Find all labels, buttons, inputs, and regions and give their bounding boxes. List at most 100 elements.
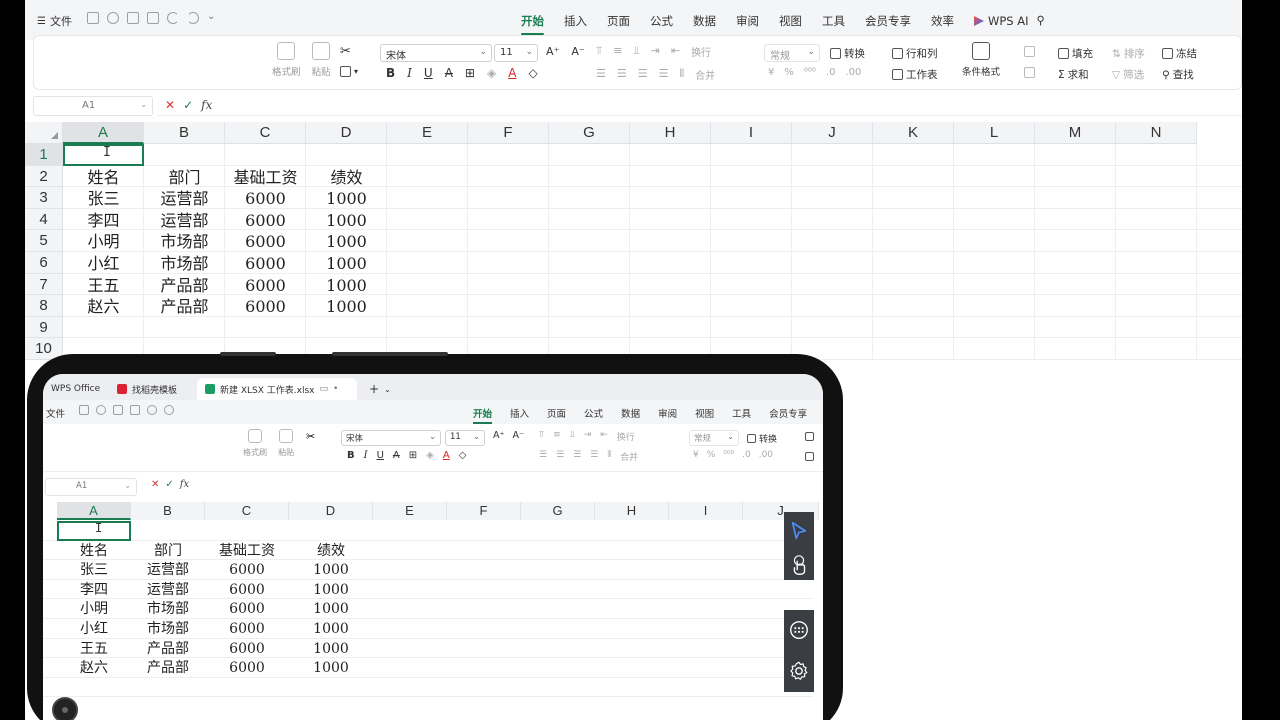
data-cell[interactable]: 小明 xyxy=(63,231,144,253)
currency-icon[interactable]: ¥ xyxy=(693,450,699,460)
tab-data[interactable]: 数据 xyxy=(693,13,716,29)
column-header-E[interactable]: E xyxy=(387,122,468,144)
phone-data-cell[interactable]: 1000 xyxy=(289,581,373,601)
column-header-A[interactable]: A xyxy=(63,122,144,144)
phone-data-cell[interactable]: 1000 xyxy=(289,659,373,679)
tab-member[interactable]: 会员专享 xyxy=(865,13,911,29)
phone-data-cell[interactable]: 张三 xyxy=(57,561,131,581)
row-header-8[interactable]: 8 xyxy=(25,295,63,317)
phone-data-cell[interactable]: 1000 xyxy=(289,640,373,660)
font-color-icon[interactable]: A xyxy=(508,66,516,80)
column-header-B[interactable]: B xyxy=(144,122,225,144)
phone-active-cell[interactable] xyxy=(57,521,131,541)
format-painter-button[interactable]: 格式刷 xyxy=(272,42,301,78)
phone-data-cell[interactable]: 运营部 xyxy=(131,561,205,581)
header-cell[interactable]: 基础工资 xyxy=(225,167,306,189)
function-icon[interactable]: fx xyxy=(201,98,212,112)
cancel-icon[interactable]: ✕ xyxy=(151,479,159,490)
touch-mode-button[interactable] xyxy=(784,550,814,580)
data-cell[interactable]: 1000 xyxy=(306,296,387,318)
convert-button[interactable]: 转换 xyxy=(830,46,865,61)
phone-wrap-label[interactable]: 换行 xyxy=(617,430,635,443)
border-icon[interactable]: ⊞ xyxy=(409,450,417,461)
phone-data-cell[interactable]: 赵六 xyxy=(57,659,131,679)
align-left-icon[interactable]: ☰ xyxy=(539,450,547,463)
phone-name-box[interactable]: A1 ⌄ xyxy=(45,478,137,496)
increase-font-icon[interactable]: A⁺ xyxy=(546,45,559,58)
font-size-select[interactable]: 11 ⌄ xyxy=(494,44,538,62)
data-cell[interactable]: 6000 xyxy=(225,253,306,275)
merge-button[interactable]: 合并 xyxy=(695,67,715,82)
phone-rows-cols-button[interactable] xyxy=(805,432,814,441)
column-header-D[interactable]: D xyxy=(306,122,387,144)
column-header-H[interactable]: H xyxy=(630,122,711,144)
tab-insert[interactable]: 插入 xyxy=(564,13,587,29)
save-icon[interactable] xyxy=(79,405,89,415)
undo-icon[interactable] xyxy=(147,405,157,415)
rows-cols-button[interactable]: 行和列 xyxy=(892,46,938,61)
data-cell[interactable]: 产品部 xyxy=(144,296,225,318)
phone-data-cell[interactable]: 李四 xyxy=(57,581,131,601)
phone-column-header-H[interactable]: H xyxy=(595,502,669,520)
decrease-decimal-icon[interactable]: .00 xyxy=(759,450,773,460)
align-right-icon[interactable]: ☰ xyxy=(638,67,648,82)
phone-column-header-A[interactable]: A xyxy=(57,502,131,520)
column-header-I[interactable]: I xyxy=(711,122,792,144)
phone-column-header-I[interactable]: I xyxy=(669,502,743,520)
justify-icon[interactable]: ☰ xyxy=(590,450,598,463)
increase-decimal-icon[interactable]: .0 xyxy=(826,67,836,78)
border-icon[interactable]: ⊞ xyxy=(465,66,475,80)
phone-format-painter[interactable]: 格式刷 xyxy=(243,429,267,458)
underline-icon[interactable]: U xyxy=(424,66,433,80)
style-button[interactable] xyxy=(1024,46,1035,57)
align-top-icon[interactable]: ⫪ xyxy=(596,44,602,59)
column-header-M[interactable]: M xyxy=(1035,122,1116,144)
phone-size-select[interactable]: 11 ⌄ xyxy=(445,430,485,446)
file-menu[interactable]: ☰ 文件 xyxy=(37,13,72,29)
new-tab-button[interactable]: + ⌄ xyxy=(361,378,399,400)
search-icon[interactable]: ⚲ xyxy=(1037,13,1045,29)
chevron-down-icon[interactable]: ⌄ xyxy=(207,12,219,24)
phone-paste[interactable]: 粘贴 xyxy=(278,429,294,458)
tab-formula[interactable]: 公式 xyxy=(650,13,673,29)
data-cell[interactable]: 市场部 xyxy=(144,253,225,275)
print-icon[interactable] xyxy=(127,12,139,24)
confirm-icon[interactable]: ✓ xyxy=(165,479,173,490)
window-icon[interactable]: ▭ xyxy=(319,384,328,394)
save-icon[interactable] xyxy=(87,12,99,24)
cancel-icon[interactable]: ✕ xyxy=(165,98,175,112)
row-header-6[interactable]: 6 xyxy=(25,252,63,274)
tab-start[interactable]: 开始 xyxy=(521,13,544,35)
phone-column-header-C[interactable]: C xyxy=(205,502,289,520)
clear-icon[interactable]: ◇ xyxy=(459,450,467,461)
data-cell[interactable]: 6000 xyxy=(225,275,306,297)
distribute-icon[interactable]: ⫴ xyxy=(607,450,611,463)
phone-data-cell[interactable]: 市场部 xyxy=(131,600,205,620)
wps-ai-button[interactable]: WPS AI xyxy=(974,13,1029,29)
thousands-icon[interactable]: ⁰⁰⁰ xyxy=(723,450,734,460)
align-bottom-icon[interactable]: ⫫ xyxy=(633,44,639,59)
phone-tab-tools[interactable]: 工具 xyxy=(732,406,751,424)
header-cell[interactable]: 绩效 xyxy=(306,167,387,189)
worksheet-button[interactable]: 工作表 xyxy=(892,67,938,82)
phone-header-cell[interactable]: 部门 xyxy=(131,542,205,562)
strikethrough-icon[interactable]: A xyxy=(393,450,400,461)
data-cell[interactable]: 6000 xyxy=(225,188,306,210)
phone-data-cell[interactable]: 1000 xyxy=(289,620,373,640)
phone-convert-button[interactable]: 转换 xyxy=(747,432,777,445)
undo-icon[interactable] xyxy=(167,12,179,24)
align-left-icon[interactable]: ☰ xyxy=(596,67,606,82)
data-cell[interactable]: 小红 xyxy=(63,253,144,275)
phone-data-cell[interactable]: 运营部 xyxy=(131,581,205,601)
phone-number-format-select[interactable]: 常规 ⌄ xyxy=(689,430,739,446)
phone-tab-review[interactable]: 审阅 xyxy=(658,406,677,424)
filter-button[interactable]: ▽ 筛选 xyxy=(1112,67,1144,82)
column-header-N[interactable]: N xyxy=(1116,122,1197,144)
decrease-font-icon[interactable]: A⁻ xyxy=(513,430,525,441)
row-header-5[interactable]: 5 xyxy=(25,230,63,252)
data-cell[interactable]: 运营部 xyxy=(144,188,225,210)
sum-button[interactable]: Σ 求和 xyxy=(1058,67,1089,82)
number-format-select[interactable]: 常规 ⌄ xyxy=(764,44,820,62)
phone-tab-formula[interactable]: 公式 xyxy=(584,406,603,424)
font-name-select[interactable]: 宋体 ⌄ xyxy=(380,44,492,62)
